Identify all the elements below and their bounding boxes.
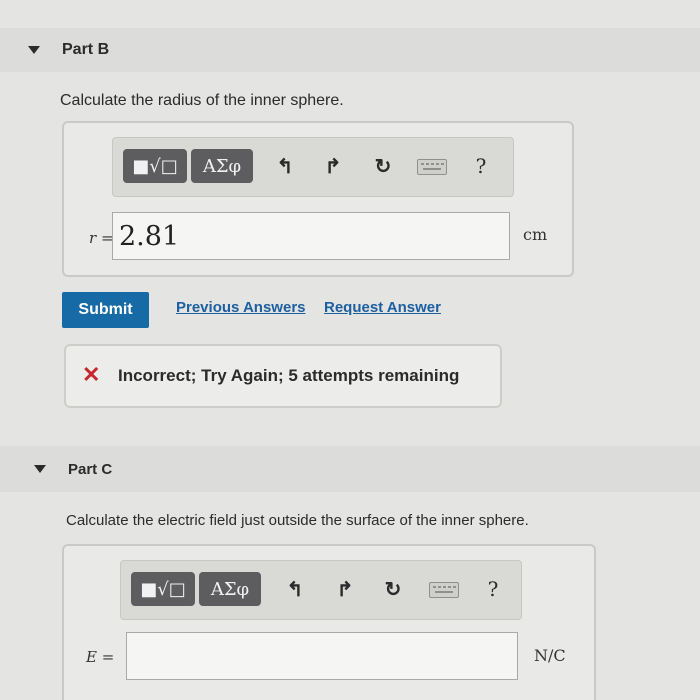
part-c-answer-box: ■√□ ΑΣφ ↰ ↱ ↻ ? E = N/C [62,544,596,700]
part-c-unit: N/C [534,646,566,665]
part-c-variable-label: E = [86,648,115,666]
keyboard-icon[interactable] [429,582,459,598]
collapse-caret-icon[interactable] [28,46,40,54]
redo-icon[interactable]: ↱ [319,152,347,180]
undo-icon[interactable]: ↰ [281,575,309,603]
templates-button[interactable]: ■√□ [123,149,187,183]
part-c-question: Calculate the electric field just outsid… [66,512,529,529]
request-answer-link[interactable]: Request Answer [324,299,441,316]
submit-button[interactable]: Submit [62,292,149,328]
greek-symbols-icon: ΑΣφ [210,578,250,600]
reset-icon[interactable]: ↻ [369,152,397,180]
greek-symbols-icon: ΑΣφ [202,155,242,177]
templates-icon: ■√□ [132,155,178,177]
templates-icon: ■√□ [140,578,186,600]
keyboard-icon[interactable] [417,159,447,175]
part-b-answer-box: ■√□ ΑΣφ ↰ ↱ ↻ ? r = 2.81 cm [62,121,574,277]
feedback-box: ✕ Incorrect; Try Again; 5 attempts remai… [64,344,502,408]
collapse-caret-icon[interactable] [34,465,46,473]
part-b-title: Part B [62,41,110,58]
part-b-equation-toolbar: ■√□ ΑΣφ ↰ ↱ ↻ ? [112,137,514,197]
help-icon[interactable]: ? [481,575,505,603]
part-c-equation-toolbar: ■√□ ΑΣφ ↰ ↱ ↻ ? [120,560,522,620]
greek-symbols-button[interactable]: ΑΣφ [191,149,253,183]
part-b-unit: cm [523,225,548,244]
previous-answers-link[interactable]: Previous Answers [176,299,306,316]
part-c-title: Part C [68,461,113,478]
reset-icon[interactable]: ↻ [379,575,407,603]
redo-icon[interactable]: ↱ [331,575,359,603]
part-b-question: Calculate the radius of the inner sphere… [60,92,344,109]
undo-icon[interactable]: ↰ [271,152,299,180]
part-c-answer-input[interactable] [126,632,518,680]
help-icon[interactable]: ? [469,152,493,180]
greek-symbols-button[interactable]: ΑΣφ [199,572,261,606]
part-b-answer-input[interactable]: 2.81 [112,212,510,260]
part-b-variable-label: r = [89,229,114,247]
feedback-message: Incorrect; Try Again; 5 attempts remaini… [118,366,460,385]
part-b-header[interactable]: Part B [0,28,700,72]
part-c-header[interactable]: Part C [0,446,700,492]
incorrect-icon: ✕ [82,362,101,387]
templates-button[interactable]: ■√□ [131,572,195,606]
